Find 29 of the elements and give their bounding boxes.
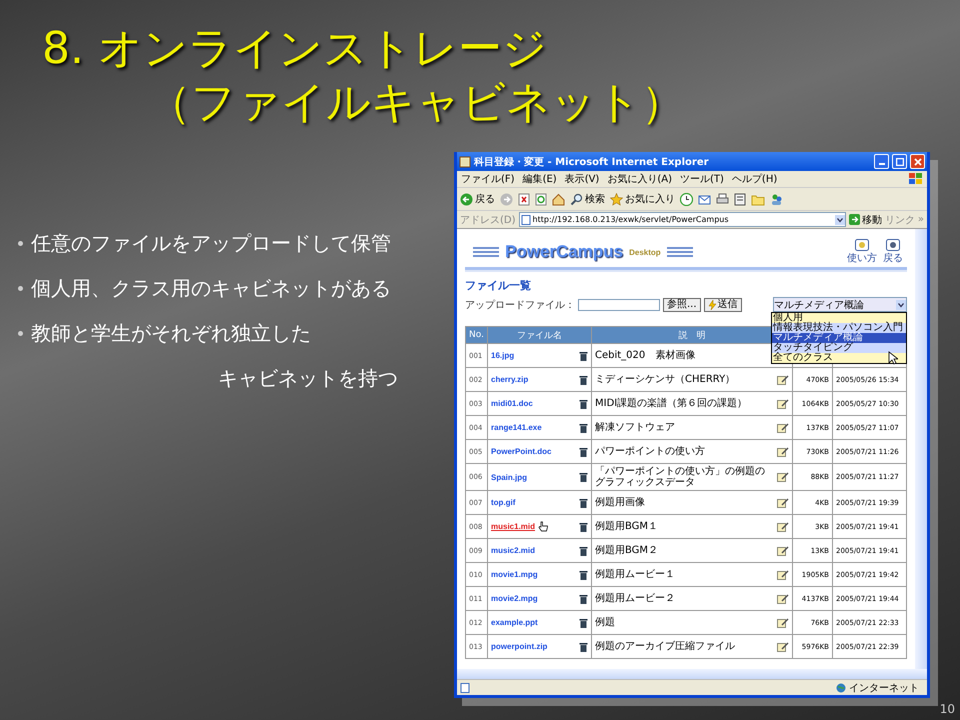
upload-label: アップロードファイル： bbox=[465, 298, 575, 312]
description-text: ミディーシケンサ（CHERRY） bbox=[595, 374, 736, 385]
logo-subtitle: Desktop bbox=[629, 248, 661, 256]
description-text: 「パワーポイントの使い方」の例題のグラフィックスデータ bbox=[595, 466, 766, 488]
logo-text: PowerCampus bbox=[505, 242, 624, 262]
bullet-text: 個人用、クラス用のキャビネットがある bbox=[31, 275, 391, 302]
bullet-text: 教師と学生がそれぞれ独立した bbox=[31, 320, 311, 347]
slide-title: （ファイルキャビネット） bbox=[147, 76, 685, 130]
bullet-text: キャビネットを持つ bbox=[218, 365, 398, 392]
description-text: 例題用ムービー２ bbox=[595, 593, 675, 604]
description-text: 例題用画像 bbox=[595, 497, 645, 508]
description-text: 例題 bbox=[595, 617, 615, 628]
window-title: 科目登録・変更 - Microsoft Internet Explorer bbox=[474, 155, 710, 168]
description-text: 例題のアーカイブ圧縮ファイル bbox=[595, 641, 735, 652]
slide-title: 8. オンラインストレージ bbox=[42, 22, 547, 76]
description-text: MIDI課題の楽譜（第６回の課題） bbox=[595, 398, 748, 409]
description-text: 例題用BGM１ bbox=[595, 521, 658, 532]
column-header: No. bbox=[466, 326, 488, 344]
description-text: Cebit_020 素材画像 bbox=[595, 350, 696, 361]
description-text: パワーポイントの使い方 bbox=[595, 446, 705, 457]
address-label: アドレス(D) bbox=[460, 214, 516, 226]
bullet-text: 任意のファイルをアップロードして保管 bbox=[31, 230, 391, 257]
security-zone-label: インターネット bbox=[849, 682, 919, 694]
column-header: ファイル名 bbox=[488, 326, 592, 344]
page-heading: ファイル一覧 bbox=[465, 278, 532, 293]
description-text: 解凍ソフトウェア bbox=[595, 422, 675, 433]
description-text: 例題用BGM２ bbox=[595, 545, 658, 556]
page-number: 10 bbox=[940, 702, 955, 716]
description-text: 例題用ムービー１ bbox=[595, 569, 675, 580]
